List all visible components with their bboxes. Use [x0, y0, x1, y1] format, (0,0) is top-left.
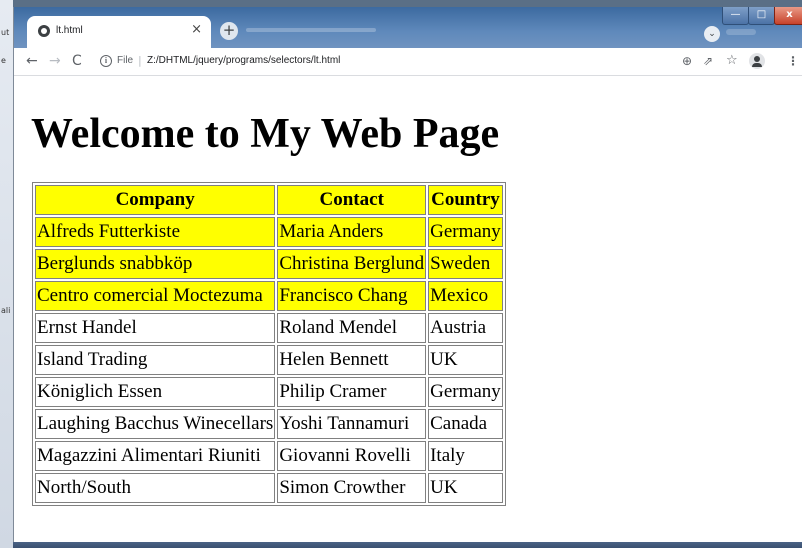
page-title: Welcome to My Web Page — [31, 111, 500, 157]
table-header-row: Company Contact Country — [35, 185, 503, 215]
close-window-button[interactable]: x — [774, 7, 802, 25]
taskbar-edge — [13, 542, 802, 548]
table-cell: Ernst Handel — [35, 313, 276, 343]
browser-tab[interactable]: lt.html × — [27, 16, 211, 48]
address-bar[interactable]: Z:/DHTML/jquery/programs/selectors/lt.ht… — [147, 55, 340, 66]
table-row: North/South Simon Crowther UK — [35, 473, 503, 503]
share-icon[interactable]: ⇗ — [703, 54, 713, 68]
table-cell: Laughing Bacchus Winecellars — [35, 409, 276, 439]
table-cell: Yoshi Tannamuri — [277, 409, 427, 439]
new-tab-button[interactable]: + — [220, 22, 238, 40]
table-row: Island Trading Helen Bennett UK — [35, 345, 503, 375]
table-cell: Roland Mendel — [277, 313, 427, 343]
table-cell: UK — [428, 473, 503, 503]
table-row: Alfreds Futterkiste Maria Anders Germany — [35, 217, 503, 247]
background-window-text: ali — [1, 306, 11, 315]
close-icon[interactable]: × — [191, 22, 202, 37]
customer-table: Company Contact Country Alfreds Futterki… — [32, 182, 506, 506]
table-cell: Canada — [428, 409, 503, 439]
address-toolbar: ← → C i File | Z:/DHTML/jquery/programs/… — [14, 48, 802, 75]
table-cell: Maria Anders — [277, 217, 427, 247]
table-cell: Austria — [428, 313, 503, 343]
background-window-text: e — [1, 56, 6, 65]
table-cell: Germany — [428, 217, 503, 247]
background-window: ut e ali — [0, 0, 13, 548]
table-row: Berglunds snabbköp Christina Berglund Swed… — [35, 249, 503, 279]
column-header-country: Country — [428, 185, 503, 215]
table-cell: Giovanni Rovelli — [277, 441, 427, 471]
arrow-left-icon[interactable]: ← — [26, 54, 38, 68]
maximize-button[interactable]: □ — [748, 7, 775, 25]
column-header-contact: Contact — [277, 185, 427, 215]
background-window-text: ut — [1, 28, 10, 37]
table-row: Ernst Handel Roland Mendel Austria — [35, 313, 503, 343]
browser-window: lt.html × + ⌄ — □ x ← → C i File | Z:/DH… — [13, 7, 802, 542]
reload-icon[interactable]: C — [72, 54, 82, 68]
table-cell: Italy — [428, 441, 503, 471]
table-body: Alfreds Futterkiste Maria Anders Germany Be… — [35, 217, 503, 503]
page-viewport: Welcome to My Web Page Company Contact C… — [14, 75, 802, 542]
table-cell: Francisco Chang — [277, 281, 427, 311]
table-row: Königlich Essen Philip Cramer Germany — [35, 377, 503, 407]
tab-title: lt.html — [56, 25, 83, 36]
table-cell: Königlich Essen — [35, 377, 276, 407]
blurred-profile-area — [726, 29, 756, 35]
url-separator: | — [138, 54, 142, 67]
table-cell: Philip Cramer — [277, 377, 427, 407]
zoom-icon[interactable]: ⊕ — [682, 54, 692, 68]
table-row: Laughing Bacchus Winecellars Yoshi Tannam… — [35, 409, 503, 439]
table-cell: North/South — [35, 473, 276, 503]
table-row: Centro comercial Moctezuma Francisco Chan… — [35, 281, 503, 311]
chevron-down-icon[interactable]: ⌄ — [704, 26, 720, 42]
tab-strip: lt.html × + ⌄ — □ x — [14, 7, 802, 48]
info-icon[interactable]: i — [100, 55, 112, 67]
profile-icon[interactable] — [749, 53, 765, 69]
table-cell: UK — [428, 345, 503, 375]
minimize-button[interactable]: — — [722, 7, 749, 25]
table-cell: Magazzini Alimentari Riuniti — [35, 441, 276, 471]
table-cell: Berglunds snabbköp — [35, 249, 276, 279]
table-cell: Mexico — [428, 281, 503, 311]
url-scheme[interactable]: File — [117, 55, 133, 66]
table-cell: Centro comercial Moctezuma — [35, 281, 276, 311]
table-cell: Germany — [428, 377, 503, 407]
table-cell: Sweden — [428, 249, 503, 279]
table-cell: Island Trading — [35, 345, 276, 375]
arrow-right-icon[interactable]: → — [49, 54, 61, 68]
table-cell: Alfreds Futterkiste — [35, 217, 276, 247]
table-cell: Christina Berglund — [277, 249, 427, 279]
table-row: Magazzini Alimentari Riuniti Giovanni Rov… — [35, 441, 503, 471]
column-header-company: Company — [35, 185, 276, 215]
table-cell: Simon Crowther — [277, 473, 427, 503]
table-cell: Helen Bennett — [277, 345, 427, 375]
blurred-tab-area — [246, 28, 376, 32]
kebab-menu-icon[interactable]: ⋮ — [787, 54, 799, 68]
star-icon[interactable]: ☆ — [726, 54, 738, 68]
globe-icon — [38, 25, 50, 37]
